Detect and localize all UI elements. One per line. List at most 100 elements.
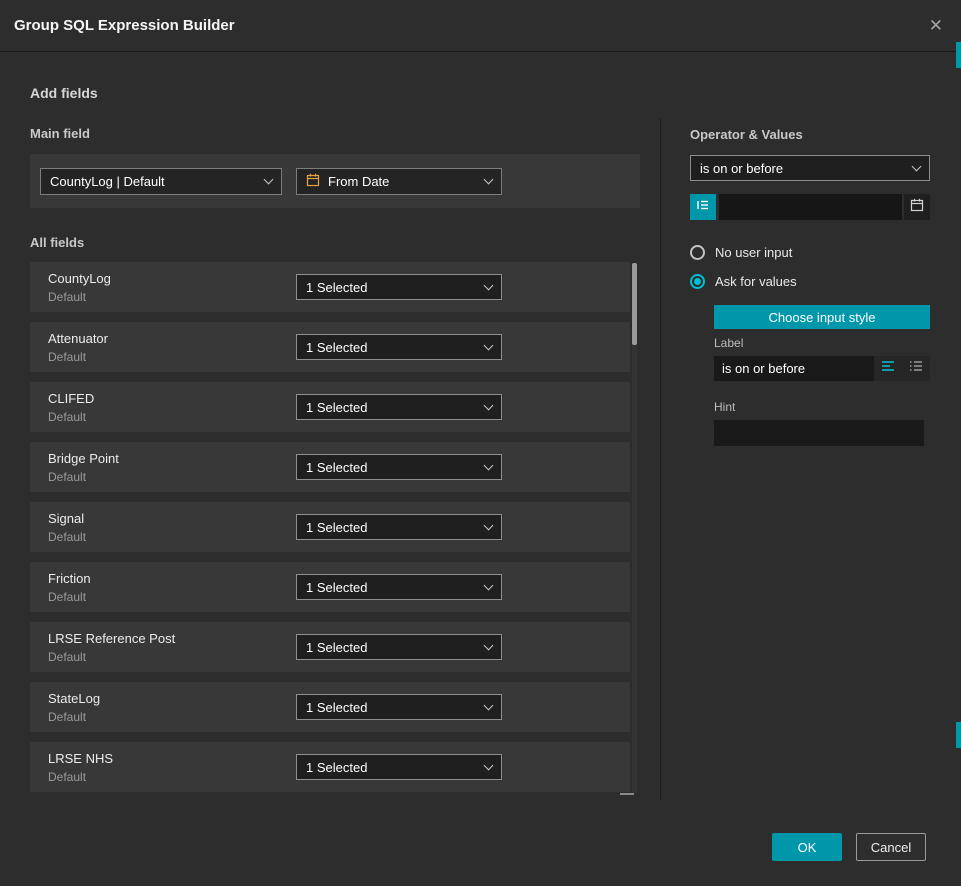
list-lines-icon xyxy=(696,198,710,217)
field-name: Bridge Point xyxy=(48,451,296,466)
field-subtitle: Default xyxy=(48,470,296,484)
main-date-field-value: From Date xyxy=(328,174,389,189)
list-scrollbar-thumb[interactable] xyxy=(632,263,637,345)
field-row-lrse-nhs: LRSE NHS Default 1 Selected xyxy=(30,742,630,792)
main-field-heading: Main field xyxy=(30,126,90,141)
field-name: CLIFED xyxy=(48,391,296,406)
field-name: Signal xyxy=(48,511,296,526)
radio-no-user-input-label: No user input xyxy=(715,245,792,260)
dialog-titlebar: Group SQL Expression Builder ✕ xyxy=(0,0,961,52)
align-left-icon xyxy=(881,359,895,378)
operator-select[interactable]: is on or before xyxy=(690,155,930,181)
chevron-down-icon xyxy=(912,162,922,172)
field-selected-dropdown[interactable]: 1 Selected xyxy=(296,574,502,600)
date-value-input[interactable] xyxy=(719,194,902,220)
calendar-icon xyxy=(306,173,320,190)
field-selected-value: 1 Selected xyxy=(306,520,367,535)
field-subtitle: Default xyxy=(48,650,296,664)
list-scroll-end-indicator xyxy=(620,793,634,795)
all-fields-list: CountyLog Default 1 Selected Attenuator … xyxy=(30,262,630,802)
dialog-scrollbar-segment-bottom[interactable] xyxy=(956,722,961,748)
radio-ask-for-values[interactable]: Ask for values xyxy=(690,274,797,289)
operator-values-heading: Operator & Values xyxy=(690,127,803,142)
field-row-attenuator: Attenuator Default 1 Selected xyxy=(30,322,630,372)
main-layer-select-value: CountyLog | Default xyxy=(50,174,165,189)
all-fields-heading: All fields xyxy=(30,235,84,250)
field-subtitle: Default xyxy=(48,770,296,784)
chevron-down-icon xyxy=(484,701,494,711)
field-selected-value: 1 Selected xyxy=(306,760,367,775)
field-row-bridge-point: Bridge Point Default 1 Selected xyxy=(30,442,630,492)
label-input-row xyxy=(714,356,930,381)
chevron-down-icon xyxy=(484,281,494,291)
chevron-down-icon xyxy=(484,521,494,531)
radio-circle-icon xyxy=(690,245,705,260)
field-row-statelog: StateLog Default 1 Selected xyxy=(30,682,630,732)
dialog-scrollbar-segment-top[interactable] xyxy=(956,42,961,68)
value-input-mode-button[interactable] xyxy=(690,194,716,220)
field-selected-dropdown[interactable]: 1 Selected xyxy=(296,274,502,300)
input-style-list-button[interactable] xyxy=(902,356,930,381)
dialog-title: Group SQL Expression Builder xyxy=(14,17,235,34)
field-row-clifed: CLIFED Default 1 Selected xyxy=(30,382,630,432)
field-name: CountyLog xyxy=(48,271,296,286)
chevron-down-icon xyxy=(484,401,494,411)
field-subtitle: Default xyxy=(48,590,296,604)
date-picker-button[interactable] xyxy=(904,194,930,220)
hint-caption: Hint xyxy=(714,400,735,414)
main-layer-select[interactable]: CountyLog | Default xyxy=(40,168,282,195)
field-selected-value: 1 Selected xyxy=(306,400,367,415)
hint-input[interactable] xyxy=(714,420,924,446)
field-row-signal: Signal Default 1 Selected xyxy=(30,502,630,552)
field-selected-value: 1 Selected xyxy=(306,640,367,655)
field-name: StateLog xyxy=(48,691,296,706)
field-subtitle: Default xyxy=(48,290,296,304)
field-selected-dropdown[interactable]: 1 Selected xyxy=(296,754,502,780)
choose-input-style-button[interactable]: Choose input style xyxy=(714,305,930,329)
ok-button[interactable]: OK xyxy=(772,833,842,861)
field-subtitle: Default xyxy=(48,530,296,544)
chevron-down-icon xyxy=(484,761,494,771)
chevron-down-icon xyxy=(484,175,494,185)
cancel-button[interactable]: Cancel xyxy=(856,833,926,861)
field-name: LRSE NHS xyxy=(48,751,296,766)
group-sql-expression-builder-dialog: Group SQL Expression Builder ✕ Add field… xyxy=(0,0,961,886)
field-selected-dropdown[interactable]: 1 Selected xyxy=(296,694,502,720)
field-selected-value: 1 Selected xyxy=(306,340,367,355)
chevron-down-icon xyxy=(264,175,274,185)
chevron-down-icon xyxy=(484,641,494,651)
radio-selected-icon xyxy=(690,274,705,289)
bulleted-list-icon xyxy=(909,359,923,378)
radio-ask-for-values-label: Ask for values xyxy=(715,274,797,289)
field-selected-dropdown[interactable]: 1 Selected xyxy=(296,394,502,420)
field-selected-value: 1 Selected xyxy=(306,580,367,595)
field-name: LRSE Reference Post xyxy=(48,631,296,646)
label-input[interactable] xyxy=(714,356,874,381)
calendar-icon xyxy=(910,198,924,217)
field-selected-value: 1 Selected xyxy=(306,460,367,475)
list-scrollbar[interactable] xyxy=(632,263,637,793)
date-value-row xyxy=(690,194,930,220)
main-date-field-select[interactable]: From Date xyxy=(296,168,502,195)
field-row-friction: Friction Default 1 Selected xyxy=(30,562,630,612)
field-row-countylog: CountyLog Default 1 Selected xyxy=(30,262,630,312)
chevron-down-icon xyxy=(484,581,494,591)
input-style-single-line-button[interactable] xyxy=(874,356,902,381)
add-fields-heading: Add fields xyxy=(30,85,98,101)
label-caption: Label xyxy=(714,336,743,350)
operator-select-value: is on or before xyxy=(700,161,783,176)
radio-no-user-input[interactable]: No user input xyxy=(690,245,792,260)
field-name: Attenuator xyxy=(48,331,296,346)
field-row-lrse-reference-post: LRSE Reference Post Default 1 Selected xyxy=(30,622,630,672)
field-selected-dropdown[interactable]: 1 Selected xyxy=(296,634,502,660)
field-subtitle: Default xyxy=(48,710,296,724)
chevron-down-icon xyxy=(484,461,494,471)
field-selected-dropdown[interactable]: 1 Selected xyxy=(296,334,502,360)
field-subtitle: Default xyxy=(48,350,296,364)
field-selected-dropdown[interactable]: 1 Selected xyxy=(296,514,502,540)
field-selected-dropdown[interactable]: 1 Selected xyxy=(296,454,502,480)
vertical-divider xyxy=(660,118,661,800)
field-subtitle: Default xyxy=(48,410,296,424)
close-icon[interactable]: ✕ xyxy=(929,17,943,34)
field-selected-value: 1 Selected xyxy=(306,280,367,295)
